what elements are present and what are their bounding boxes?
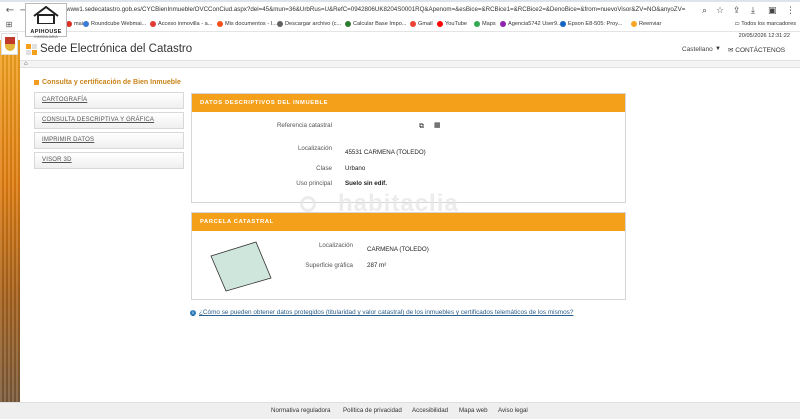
descriptive-panel-header: DATOS DESCRIPTIVOS DEL INMUEBLE (192, 94, 625, 112)
bookmark-favicon (631, 21, 637, 27)
decorative-left-strip (0, 40, 20, 402)
extensions-icon[interactable]: ▣ (768, 6, 777, 16)
search-icon[interactable]: ⌕ (702, 6, 707, 16)
footer-link-accesibilidad[interactable]: Accesibilidad (412, 407, 448, 414)
bookmark-3[interactable]: Mis documentos - I... (217, 21, 277, 27)
bookmark-favicon (217, 21, 223, 27)
clock-readout: 20/05/2026 12:31:22 (738, 33, 790, 39)
menu-item-imprimir-datos[interactable]: IMPRIMIR DATOS (34, 132, 184, 149)
descriptive-data-panel: DATOS DESCRIPTIVOS DEL INMUEBLE (191, 93, 626, 203)
site-title[interactable]: Sede Electrónica del Catastro (40, 43, 192, 55)
bookmark-9[interactable]: Agencia5742 User9... (500, 21, 562, 27)
star-icon[interactable]: ☆ (716, 6, 724, 16)
area-value: 287 m² (367, 262, 387, 269)
apps-grid-icon[interactable]: ⊞ (3, 19, 15, 31)
footer-link-mapa-web[interactable]: Mapa web (459, 407, 488, 414)
parcel-panel-header: PARCELA CATASTRAL (192, 213, 625, 231)
bookmark-favicon (474, 21, 480, 27)
menu-item-consulta-descriptiva[interactable]: CONSULTA DESCRIPTIVA Y GRÁFICA (34, 112, 184, 129)
bookmark-6[interactable]: Gmail (410, 21, 433, 27)
download-icon[interactable]: ⤓ (751, 6, 755, 16)
loc-label: Localización (297, 145, 332, 152)
coat-of-arms-icon (1, 33, 18, 55)
contact-link[interactable]: ✉ CONTÁCTENOS (728, 46, 785, 54)
use-value: Suelo sin edif. (345, 180, 387, 187)
site-header: Sede Electrónica del Catastro Castellano… (20, 40, 800, 60)
apihouse-logo: APIHOUSE INMOBILIARIA (25, 3, 67, 39)
footer-link-normativa[interactable]: Normativa reguladora (271, 407, 331, 414)
bookmark-2[interactable]: Acceso inmovilla - a... (150, 21, 212, 27)
area-label: Superficie gráfica (305, 262, 353, 269)
side-menu: CARTOGRAFÍA CONSULTA DESCRIPTIVA Y GRÁFI… (34, 92, 184, 172)
bookmark-5[interactable]: Calcular Base Impo... (345, 21, 406, 27)
watermark-circle (300, 196, 316, 212)
parcel-loc-label: Localización (318, 242, 353, 249)
page-footer: Normativa reguladora Política de privaci… (0, 402, 800, 419)
bookmark-favicon (560, 21, 566, 27)
bookmark-favicon (437, 21, 443, 27)
bookmark-7[interactable]: YouTube (437, 21, 467, 27)
footer-link-aviso-legal[interactable]: Aviso legal (498, 407, 528, 414)
all-bookmarks[interactable]: ▭ Todos los marcadores (735, 21, 796, 27)
use-label: Uso principal (296, 180, 332, 187)
bookmark-favicon (345, 21, 351, 27)
catastro-logo-icon (26, 44, 38, 56)
info-icon: i (190, 309, 196, 316)
browser-address-bar: ← → www1.sedecatastro.gob.es/CYCBienInmu… (0, 2, 800, 18)
house-logo-icon (33, 5, 59, 25)
menu-kebab-icon[interactable]: ⋮ (786, 6, 795, 16)
bookmark-favicon (410, 21, 416, 27)
section-marker-icon (34, 80, 39, 85)
bookmark-favicon (500, 21, 506, 27)
ref-label: Referencia catastral (276, 122, 332, 129)
bookmark-favicon (83, 21, 89, 27)
bookmarks-bar: ⊞ mai... Roundcube Webmai... Acceso inmo… (0, 18, 800, 32)
parcel-loc-value: CARMENA (TOLEDO) (367, 246, 429, 253)
menu-item-cartografia[interactable]: CARTOGRAFÍA (34, 92, 184, 109)
menu-item-visor-3d[interactable]: VISOR 3D (34, 152, 184, 169)
loc-value: 45531 CARMENA (TOLEDO) (345, 149, 426, 156)
footer-link-privacidad[interactable]: Política de privacidad (343, 407, 402, 414)
home-bar: ⌂ (20, 60, 800, 68)
url-field[interactable]: www1.sedecatastro.gob.es/CYCBienInmueble… (66, 6, 686, 13)
bookmark-1[interactable]: Roundcube Webmai... (83, 21, 146, 27)
class-label: Clase (316, 165, 332, 172)
logo-sub: INMOBILIARIA (34, 35, 58, 39)
parcel-plot-map[interactable] (208, 240, 274, 292)
copy-icon[interactable]: ⧉ (419, 122, 424, 131)
bookmark-8[interactable]: Maps (474, 21, 496, 27)
home-icon[interactable]: ⌂ (24, 61, 28, 68)
section-title: Consulta y certificación de Bien Inmuebl… (34, 79, 181, 86)
bookmark-11[interactable]: Reenviar (631, 21, 661, 27)
class-value: Urbano (345, 165, 366, 172)
bookmark-10[interactable]: Epson E8-505: Proy... (560, 21, 622, 27)
caret-down-icon[interactable]: ▼ (715, 46, 721, 52)
share-icon[interactable]: ⇪ (733, 6, 741, 16)
bookmark-favicon (277, 21, 283, 27)
bookmark-4[interactable]: Descargar archivo (c... (277, 21, 341, 27)
protected-data-info-link[interactable]: i ¿Cómo se pueden obtener datos protegid… (190, 309, 573, 316)
back-arrow-icon[interactable]: ← (4, 5, 16, 17)
bookmark-favicon (150, 21, 156, 27)
language-select[interactable]: Castellano (682, 46, 713, 53)
barcode-icon[interactable]: ▦ (434, 121, 441, 129)
